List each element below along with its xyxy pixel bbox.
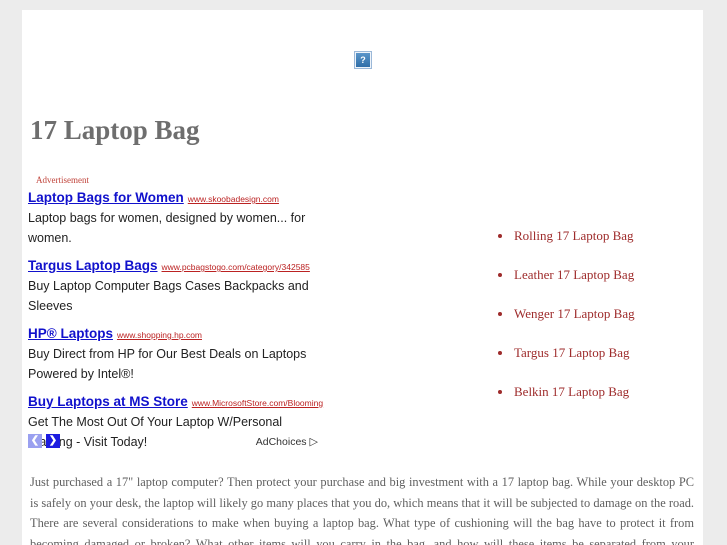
list-item[interactable]: Belkin 17 Laptop Bag	[492, 384, 635, 400]
ad-description: Laptop bags for women, designed by women…	[28, 211, 306, 245]
list-item[interactable]: Leather 17 Laptop Bag	[492, 267, 635, 283]
ad-item: Laptop Bags for Women www.skoobadesign.co…	[28, 189, 344, 248]
adchoices-label: AdChoices	[255, 436, 307, 448]
ad-url-link[interactable]: www.skoobadesign.com	[188, 194, 279, 204]
ad-title-link[interactable]: HP® Laptops	[28, 326, 113, 341]
related-links-list: Rolling 17 Laptop Bag Leather 17 Laptop …	[492, 228, 635, 423]
article-paragraph: Just purchased a 17" laptop computer? Th…	[30, 475, 694, 545]
advertisement-label: Advertisement	[36, 175, 89, 185]
ad-description: Buy Direct from HP for Our Best Deals on…	[28, 347, 307, 381]
list-item-label: Targus 17 Laptop Bag	[514, 345, 630, 360]
list-item[interactable]: Wenger 17 Laptop Bag	[492, 306, 635, 322]
ad-next-button[interactable]: ❯	[46, 434, 60, 448]
list-item[interactable]: Rolling 17 Laptop Bag	[492, 228, 635, 244]
ad-title-link[interactable]: Laptop Bags for Women	[28, 190, 184, 205]
list-item-label: Wenger 17 Laptop Bag	[514, 306, 635, 321]
bullet-icon	[498, 390, 502, 394]
ad-url-link[interactable]: www.MicrosoftStore.com/Blooming	[192, 398, 323, 408]
ad-prev-button[interactable]: ❮	[28, 434, 42, 448]
ad-item: Targus Laptop Bags www.pcbagstogo.com/cat…	[28, 257, 344, 316]
page-title: 17 Laptop Bag	[30, 115, 200, 145]
bullet-icon	[498, 312, 502, 316]
ad-title-link[interactable]: Targus Laptop Bags	[28, 258, 158, 273]
broken-image-icon: ?	[354, 51, 372, 69]
bullet-icon	[498, 234, 502, 238]
ad-headline-row: Buy Laptops at MS Store www.MicrosoftStor…	[28, 393, 344, 411]
bullet-icon	[498, 273, 502, 277]
ad-item: HP® Laptops www.shopping.hp.com Buy Direc…	[28, 325, 344, 384]
list-item-label: Leather 17 Laptop Bag	[514, 267, 635, 282]
ad-description: Buy Laptop Computer Bags Cases Backpacks…	[28, 279, 309, 313]
bullet-icon	[498, 351, 502, 355]
ad-url-link[interactable]: www.pcbagstogo.com/category/342585	[162, 262, 310, 272]
ad-headline-row: HP® Laptops www.shopping.hp.com	[28, 325, 344, 343]
ad-headline-row: Targus Laptop Bags www.pcbagstogo.com/cat…	[28, 257, 344, 275]
page-content-area: ? 17 Laptop Bag Advertisement Laptop Bag…	[22, 10, 703, 545]
list-item-label: Rolling 17 Laptop Bag	[514, 228, 634, 243]
ad-headline-row: Laptop Bags for Women www.skoobadesign.co…	[28, 189, 344, 207]
list-item-label: Belkin 17 Laptop Bag	[514, 384, 630, 399]
ad-pagination: ❮ ❯	[28, 434, 60, 452]
ad-url-link[interactable]: www.shopping.hp.com	[117, 330, 202, 340]
broken-image-placeholder: ?	[354, 51, 374, 71]
broken-image-glyph: ?	[356, 53, 370, 67]
adchoices-triangle-icon: ▷	[309, 436, 318, 448]
ad-footer: ❮ ❯ AdChoices ▷	[28, 434, 344, 454]
advertisement-block: Advertisement Laptop Bags for Women www.s…	[28, 175, 344, 461]
ad-title-link[interactable]: Buy Laptops at MS Store	[28, 394, 188, 409]
adchoices-link[interactable]: AdChoices ▷	[256, 435, 318, 448]
list-item[interactable]: Targus 17 Laptop Bag	[492, 345, 635, 361]
